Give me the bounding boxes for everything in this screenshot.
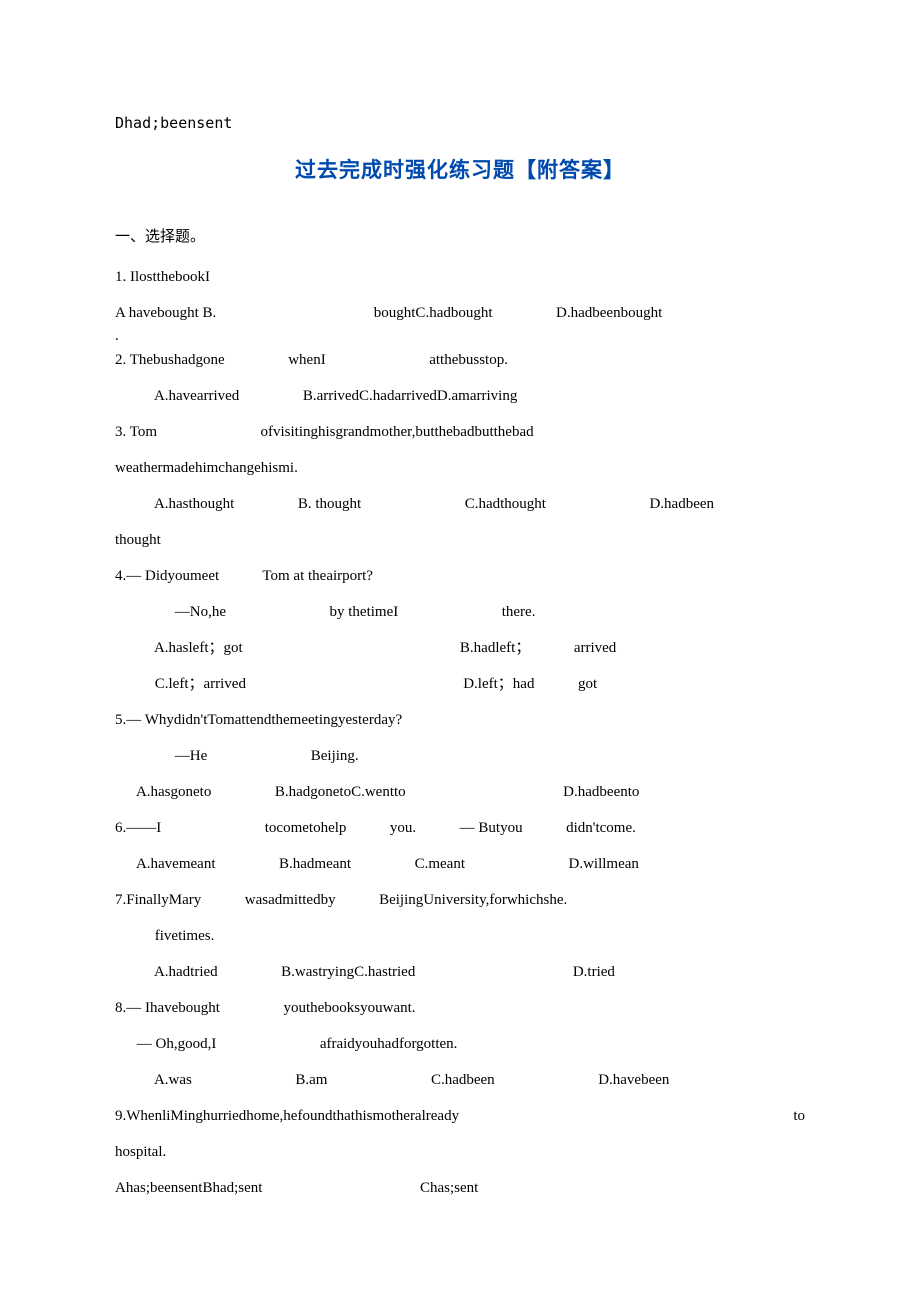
q3-t2: ofvisitinghisgrandmother,butthebadbutthe… (261, 424, 534, 440)
q5-t1: 5.— Whydidn'tTomattendthemeetingyesterda… (115, 712, 402, 728)
q2-optA: A.havearrived (154, 388, 239, 404)
q1-optA: A havebought (115, 305, 199, 321)
q4-t4: by thetimeI (330, 604, 399, 620)
q4-optB2: arrived (574, 640, 616, 656)
q3-optC: C.hadthought (465, 496, 546, 512)
q4-optC: C.left；arrived (155, 676, 246, 692)
q9-t3: hospital. (115, 1144, 166, 1160)
question-4-stem2: —No,he by thetimeI there. (115, 594, 805, 630)
question-8-options: A.was B.am C.hadbeen D.havebeen (115, 1062, 805, 1098)
q2-t3: atthebusstop. (429, 352, 508, 368)
question-7-stem2: fivetimes. (115, 918, 805, 954)
question-4-stem1: 4.— Didyoumeet Tom at theairport? (115, 558, 805, 594)
question-1-options: A havebought B. boughtC.hadbought D.hadb… (115, 295, 805, 331)
question-9-options: Ahas;beensentBhad;sent Chas;sent (115, 1170, 805, 1206)
question-3-tail: thought (115, 522, 805, 558)
q8-t4: afraidyouhadforgotten. (320, 1036, 458, 1052)
q6-t1: 6.——I (115, 820, 161, 836)
question-6-stem: 6.——I tocometohelp you. — Butyou didn'tc… (115, 810, 805, 846)
q7-optA: A.hadtried (154, 964, 218, 980)
q6-optA: A.havemeant (136, 856, 216, 872)
q9-t1: 9.WhenliMinghurriedhome,hefoundthathismo… (115, 1098, 459, 1134)
q1-text: 1. IlostthebookI (115, 269, 210, 285)
q2-t2: whenI (288, 352, 326, 368)
q3-t1: 3. Tom (115, 424, 157, 440)
q2-t1: 2. Thebushadgone (115, 352, 225, 368)
q7-t2: wasadmittedby (245, 892, 336, 908)
question-2-stem: 2. Thebushadgone whenI atthebusstop. (115, 342, 805, 378)
q5-t2: —He (175, 748, 208, 764)
q6-t2: tocometohelp (265, 820, 347, 836)
question-9-stem1: 9.WhenliMinghurriedhome,hefoundthathismo… (115, 1098, 805, 1134)
question-7-stem1: 7.FinallyMary wasadmittedby BeijingUnive… (115, 882, 805, 918)
q7-t1: 7.FinallyMary (115, 892, 201, 908)
q7-t3: BeijingUniversity,forwhichshe. (379, 892, 567, 908)
q9-optsR: Chas;sent (420, 1180, 478, 1196)
section-heading: 一、选择题。 (115, 219, 805, 255)
q3-optA: A.hasthought (154, 496, 234, 512)
question-7-options: A.hadtried B.wastryingC.hastried D.tried (115, 954, 805, 990)
q7-optB: B.wastryingC.hastried (281, 964, 415, 980)
q5-optB: B.hadgonetoC.wentto (275, 784, 406, 800)
q4-t3: —No,he (175, 604, 226, 620)
question-3-stem2: weathermadehimchangehismi. (115, 450, 805, 486)
q4-t5: there. (502, 604, 536, 620)
q6-optD: D.willmean (568, 856, 638, 872)
question-6-options: A.havemeant B.hadmeant C.meant D.willmea… (115, 846, 805, 882)
question-3-stem: 3. Tom ofvisitinghisgrandmother,buttheba… (115, 414, 805, 450)
q9-optsL: Ahas;beensentBhad;sent (115, 1180, 262, 1196)
question-9-stem2: hospital. (115, 1134, 805, 1170)
q4-t1: 4.— Didyoumeet (115, 568, 219, 584)
q8-optC: C.hadbeen (431, 1072, 495, 1088)
q6-optB: B.hadmeant (279, 856, 351, 872)
question-5-stem1: 5.— Whydidn'tTomattendthemeetingyesterda… (115, 702, 805, 738)
question-5-options: A.hasgoneto B.hadgonetoC.wentto D.hadbee… (115, 774, 805, 810)
q5-t3: Beijing. (311, 748, 359, 764)
q3-t3: weathermadehimchangehismi. (115, 460, 298, 476)
question-3-options: A.hasthought B. thought C.hadthought D.h… (115, 486, 805, 522)
q7-t4: fivetimes. (155, 928, 215, 944)
q7-optD: D.tried (573, 964, 615, 980)
q6-t4: — Butyou (460, 820, 523, 836)
q8-optA: A.was (154, 1072, 192, 1088)
q3-optD: D.hadbeen (649, 496, 714, 512)
question-4-optsCD: C.left；arrived D.left；had got (115, 666, 805, 702)
q4-optD: D.left；had (463, 676, 534, 692)
q4-t2: Tom at theairport? (262, 568, 373, 584)
header-fragment: Dhad;beensent (115, 105, 805, 141)
q2-optRest: B.arrivedC.hadarrivedD.amarriving (303, 388, 518, 404)
q8-t3: — Oh,good,I (137, 1036, 217, 1052)
q8-t1: 8.— Ihavebought (115, 1000, 220, 1016)
question-8-stem2: — Oh,good,I afraidyouhadforgotten. (115, 1026, 805, 1062)
q4-optD2: got (578, 676, 597, 692)
q6-t3: you. (390, 820, 416, 836)
q4-optB: B.hadleft； (460, 640, 530, 656)
document-page: Dhad;beensent 过去完成时强化练习题【附答案】 一、选择题。 1. … (0, 0, 920, 1266)
q1-optB: B. (203, 305, 217, 321)
q1-optD: D.hadbeenbought (556, 305, 662, 321)
q8-optB: B.am (295, 1072, 327, 1088)
question-5-stem2: —He Beijing. (115, 738, 805, 774)
q8-optD: D.havebeen (598, 1072, 669, 1088)
q1-optC: boughtC.hadbought (374, 305, 493, 321)
q9-t2: to (793, 1098, 805, 1134)
question-2-options: A.havearrived B.arrivedC.hadarrivedD.ama… (115, 378, 805, 414)
q5-optD: D.hadbeento (563, 784, 639, 800)
q5-optA: A.hasgoneto (136, 784, 211, 800)
q6-optC: C.meant (415, 856, 465, 872)
q8-t2: youthebooksyouwant. (283, 1000, 415, 1016)
q4-optA: A.hasleft；got (154, 640, 243, 656)
question-8-stem1: 8.— Ihavebought youthebooksyouwant. (115, 990, 805, 1026)
document-title: 过去完成时强化练习题【附答案】 (115, 145, 805, 195)
q3-optB: B. thought (298, 496, 361, 512)
q6-t5: didn'tcome. (566, 820, 636, 836)
question-4-optsAB: A.hasleft；got B.hadleft； arrived (115, 630, 805, 666)
question-1-stem: 1. IlostthebookI (115, 259, 805, 295)
q3-tail: thought (115, 532, 161, 548)
question-1-dot: . (115, 331, 805, 342)
